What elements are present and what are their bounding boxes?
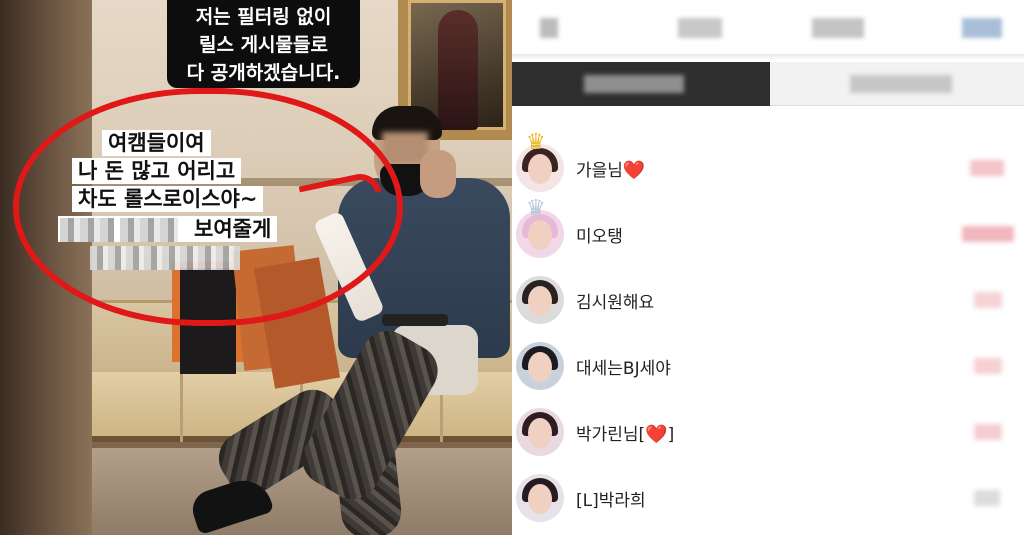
nickname: 김시원해요 (576, 293, 655, 313)
subtab-label-blurred (850, 75, 952, 93)
story-photo: 저는 필터링 없이 릴스 게시물들로 다 공개하겠습니다. 여캠들이여 나 돈 … (0, 0, 512, 535)
list-item[interactable]: ♛ 가을님❤️ (512, 132, 1024, 202)
avatar-face (528, 286, 552, 316)
score-blurred (974, 424, 1002, 440)
score-blurred (962, 226, 1014, 242)
nickname: 미오탱 (576, 227, 623, 247)
avatar-face (528, 220, 552, 250)
top-tab-blurred[interactable] (540, 18, 558, 38)
list-item-name: 가을님❤️ (576, 156, 645, 181)
heart-icon: ❤️ (645, 424, 668, 445)
phone (382, 314, 448, 326)
overlay-text-line3: 차도 롤스로이스야~ (72, 186, 264, 212)
list-item[interactable]: 대세는BJ세야 (512, 334, 1024, 400)
pixelated-text (120, 218, 178, 242)
nickname: 대세는BJ세야 (576, 359, 671, 379)
avatar[interactable] (516, 408, 564, 456)
score-blurred (974, 292, 1002, 308)
avatar-face (528, 154, 552, 184)
top-tab-blurred[interactable] (812, 18, 864, 38)
list-item-name: 박가린님[❤️] (576, 420, 674, 445)
subtab-inactive[interactable] (770, 62, 1024, 106)
nickname-suffix: ] (667, 425, 675, 445)
ranking-panel: ♛ 가을님❤️ ♛ 미오탱 김시원해요 대세는BJ세야 박가린님[❤️] [L]… (512, 0, 1024, 535)
nickname: 가을님 (576, 161, 623, 181)
list-item[interactable]: [L]박라희 (512, 466, 1024, 532)
list-item[interactable]: ♛ 미오탱 (512, 198, 1024, 268)
list-item-name: [L]박라희 (576, 486, 646, 511)
avatar[interactable] (516, 342, 564, 390)
score-blurred (970, 160, 1004, 176)
top-tab-blurred-active[interactable] (962, 18, 1002, 38)
avatar-face (528, 418, 552, 448)
list-item-name: 김시원해요 (576, 288, 654, 313)
gold-crown-icon: ♛ (526, 130, 546, 155)
overlay-text-line2: 나 돈 많고 어리고 (72, 158, 242, 184)
list-item[interactable]: 박가린님[❤️] (512, 400, 1024, 466)
list-item-name: 대세는BJ세야 (576, 354, 671, 379)
overlay-text-line1: 여캠들이여 (102, 130, 211, 156)
pixelated-text (90, 246, 240, 270)
sub-tabs (512, 62, 1024, 106)
bench-seam (180, 372, 183, 442)
top-tab-bar (512, 0, 1024, 60)
silver-crown-icon: ♛ (526, 196, 546, 221)
avatar[interactable] (516, 474, 564, 522)
nickname: 박가린님[ (576, 425, 646, 445)
avatar[interactable] (516, 276, 564, 324)
heart-icon: ❤️ (622, 160, 646, 181)
subtab-label-blurred (584, 75, 684, 93)
avatar-face (528, 352, 552, 382)
pixelated-text (60, 218, 114, 242)
top-tab-blurred[interactable] (678, 18, 722, 38)
score-blurred (974, 490, 1000, 506)
painting-figure (438, 10, 478, 130)
score-blurred (974, 358, 1002, 374)
nickname: [L]박라희 (576, 491, 646, 511)
list-item-name: 미오탱 (576, 222, 623, 247)
avatar-face (528, 484, 552, 514)
top-bar-shadow (512, 54, 1024, 60)
story-caption: 저는 필터링 없이 릴스 게시물들로 다 공개하겠습니다. (167, 0, 360, 88)
subtab-active[interactable] (512, 62, 770, 106)
person-hand (420, 150, 456, 198)
list-item[interactable]: 김시원해요 (512, 268, 1024, 334)
